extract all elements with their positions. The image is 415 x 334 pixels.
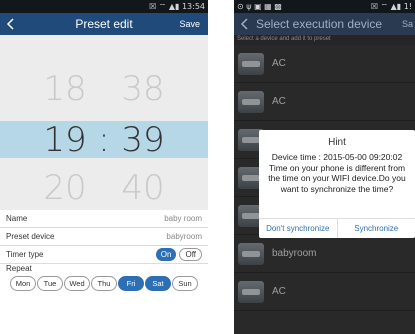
minute-below[interactable]: 40: [113, 168, 173, 208]
title-bar: Preset edit Save: [0, 13, 208, 35]
day-sat-button[interactable]: Sat: [145, 276, 171, 291]
time-separator: :: [98, 119, 110, 160]
day-fri-button[interactable]: Fri: [118, 276, 144, 291]
minute-above[interactable]: 38: [113, 69, 173, 109]
picker-row-below[interactable]: 20 40: [0, 168, 208, 208]
status-bar: ☒ ⌔ ▲▮ 13:54: [0, 0, 208, 13]
status-right: ☒ ⌔ ▲▮ 13:54: [149, 1, 205, 11]
dont-synchronize-button[interactable]: Don't synchronize: [259, 219, 337, 238]
hour-selected[interactable]: 19: [35, 120, 95, 160]
timer-type-row: Timer type On Off: [0, 246, 208, 264]
name-value[interactable]: baby room: [164, 214, 202, 223]
hour-below[interactable]: 20: [35, 168, 95, 208]
hour-above[interactable]: 18: [35, 69, 95, 109]
back-arrow-icon[interactable]: [234, 13, 254, 35]
status-right: ☒ ⌔ ▲▮ 1!: [370, 1, 412, 11]
preset-device-row[interactable]: Preset device babyroom: [0, 228, 208, 246]
status-left: ⊙ ψ ▣ ▦ ▩: [237, 2, 282, 11]
timer-on-button[interactable]: On: [155, 248, 177, 261]
title-bar: Select execution device Sa: [234, 13, 415, 35]
preset-edit-screen: ☒ ⌔ ▲▮ 13:54 Preset edit Save 18 38 19 :…: [0, 0, 208, 334]
timer-off-button[interactable]: Off: [179, 248, 202, 261]
preset-form: Name baby room Preset device babyroom Ti…: [0, 210, 208, 291]
name-label: Name: [6, 214, 28, 223]
select-device-screen: ⊙ ψ ▣ ▦ ▩ ☒ ⌔ ▲▮ 1! Select execution dev…: [234, 0, 415, 334]
day-mon-button[interactable]: Mon: [10, 276, 36, 291]
repeat-label: Repeat: [6, 264, 32, 273]
minute-selected[interactable]: 39: [113, 120, 173, 160]
picker-row-selected[interactable]: 19 : 39: [0, 119, 208, 160]
dialog-title: Hint: [328, 137, 346, 148]
status-bar: ⊙ ψ ▣ ▦ ▩ ☒ ⌔ ▲▮ 1!: [234, 0, 415, 13]
save-button[interactable]: Sa: [394, 19, 415, 29]
save-button[interactable]: Save: [171, 19, 208, 29]
preset-device-label: Preset device: [6, 232, 55, 241]
preset-device-value[interactable]: babyroom: [166, 232, 202, 241]
day-tue-button[interactable]: Tue: [37, 276, 63, 291]
day-wed-button[interactable]: Wed: [64, 276, 90, 291]
name-row[interactable]: Name baby room: [0, 210, 208, 228]
time-picker[interactable]: 18 38 19 : 39 20 40: [0, 35, 208, 210]
timer-type-label: Timer type: [6, 250, 44, 259]
day-sun-button[interactable]: Sun: [172, 276, 198, 291]
sync-time-dialog: Hint Device time : 2015-05-00 09:20:02 T…: [259, 130, 415, 238]
dialog-buttons: Don't synchronize Synchronize: [259, 218, 415, 238]
page-title: Select execution device: [256, 17, 383, 31]
picker-row-above[interactable]: 18 38: [0, 69, 208, 109]
dialog-message: Device time : 2015-05-00 09:20:02 Time o…: [268, 152, 406, 194]
synchronize-button[interactable]: Synchronize: [336, 219, 415, 238]
back-arrow-icon[interactable]: [0, 13, 20, 35]
repeat-days: Mon Tue Wed Thu Fri Sat Sun: [0, 274, 208, 291]
day-thu-button[interactable]: Thu: [91, 276, 117, 291]
